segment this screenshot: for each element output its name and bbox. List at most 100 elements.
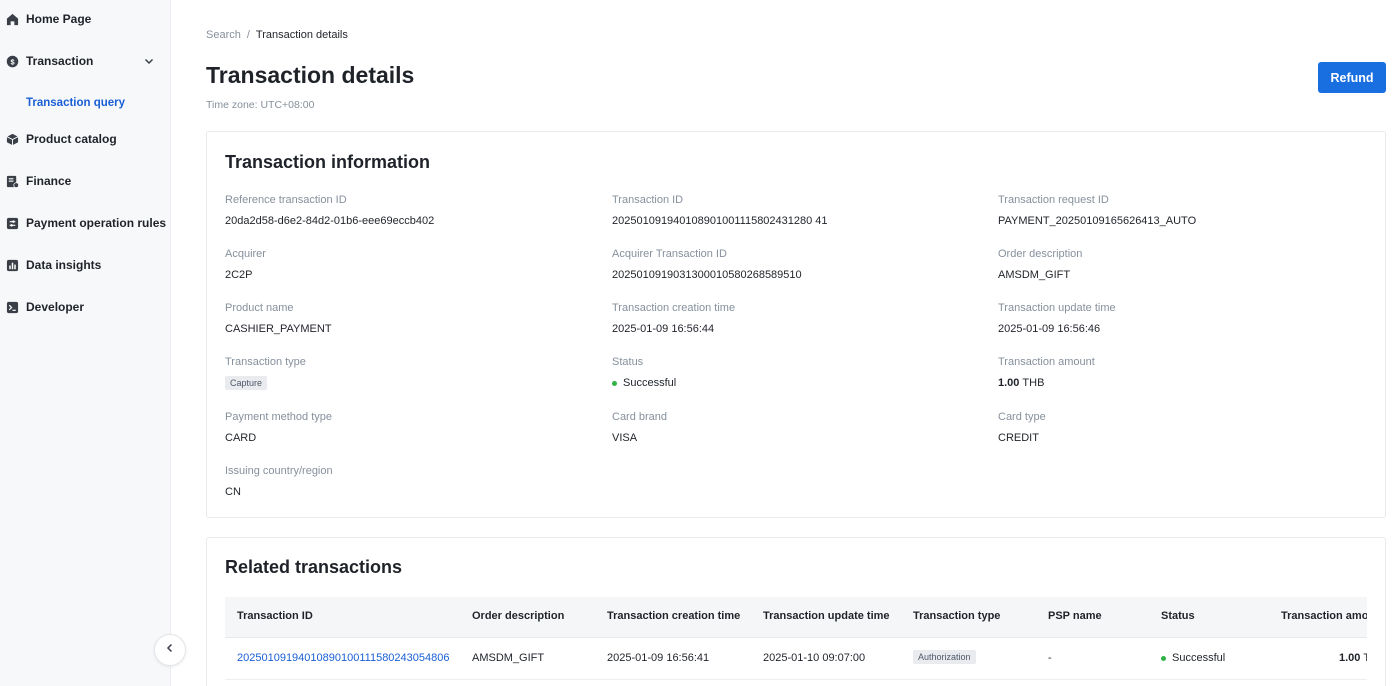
field-label: Status (612, 356, 644, 368)
timezone-label: Time zone: UTC+08:00 (206, 99, 315, 111)
field-value: PAYMENT_20250109165626413_AUTO (998, 215, 1197, 227)
field-status: Status Successful (612, 356, 972, 390)
field-label: Acquirer Transaction ID (612, 248, 727, 260)
amount-value: 1.00 (998, 377, 1020, 389)
sidebar-item-home-page[interactable]: Home Page (0, 4, 171, 34)
field-payment-method-type: Payment method type CARD (225, 411, 585, 445)
field-value: Capture (225, 376, 585, 390)
field-label: Issuing country/region (225, 465, 333, 477)
field-transaction-id: Transaction ID 2025010919401089010011158… (612, 194, 972, 228)
cell-order-description: AMSDM_GIFT (472, 652, 545, 664)
transaction-information-card: Transaction information Reference transa… (206, 131, 1386, 518)
field-transaction-creation-time: Transaction creation time 2025-01-09 16:… (612, 302, 972, 336)
home-icon (6, 13, 19, 26)
field-transaction-type: Transaction type Capture (225, 356, 585, 390)
cell-amount: 1.00 T (1339, 652, 1367, 664)
field-label: Transaction creation time (612, 302, 736, 314)
field-product-name: Product name CASHIER_PAYMENT (225, 302, 585, 336)
box-icon (6, 133, 19, 146)
sidebar-item-label: Transaction (26, 54, 94, 68)
chart-icon (6, 259, 19, 272)
sidebar-collapse-button[interactable] (154, 634, 186, 666)
field-value: VISA (612, 432, 638, 444)
sidebar: Home Page $ Transaction Transaction quer… (0, 0, 171, 686)
related-transactions-title: Related transactions (225, 557, 403, 577)
chevron-down-icon[interactable] (143, 55, 155, 67)
field-card-brand: Card brand VISA (612, 411, 972, 445)
field-value: CREDIT (998, 432, 1039, 444)
sidebar-item-label: Data insights (26, 258, 102, 272)
field-value: CN (225, 486, 241, 498)
sidebar-item-label: Finance (26, 174, 72, 188)
field-label: Transaction request ID (998, 194, 1109, 206)
column-header-transaction-type: Transaction type (913, 610, 1001, 622)
field-value: 2025-01-09 16:56:46 (998, 323, 1101, 335)
sidebar-item-developer[interactable]: Developer (0, 292, 171, 322)
sidebar-item-data-insights[interactable]: Data insights (0, 250, 171, 280)
field-transaction-amount: Transaction amount 1.00 THB (998, 356, 1358, 390)
field-value: AMSDM_GIFT (998, 269, 1071, 281)
amount-currency: T (1363, 652, 1367, 664)
transaction-information-title: Transaction information (225, 152, 431, 172)
column-header-transaction-amount: Transaction amo (1281, 610, 1367, 622)
table-row: 20250109194010890100111580243054806 AMSD… (225, 638, 1367, 680)
field-issuing-country-region: Issuing country/region CN (225, 465, 585, 499)
status-dot-icon (1161, 655, 1166, 661)
column-header-psp-name: PSP name (1048, 610, 1102, 622)
field-label: Transaction ID (612, 194, 684, 206)
refund-button[interactable]: Refund (1318, 62, 1386, 93)
cell-psp-name: - (1048, 652, 1052, 664)
breadcrumb: Search / Transaction details (206, 29, 348, 41)
sidebar-item-label: Home Page (26, 12, 92, 26)
sidebar-subitem-label: Transaction query (26, 97, 126, 109)
field-transaction-update-time: Transaction update time 2025-01-09 16:56… (998, 302, 1358, 336)
field-label: Acquirer (225, 248, 266, 260)
field-value: Successful (612, 376, 972, 390)
cell-transaction-type: Authorization (913, 650, 976, 664)
column-header-order-description: Order description (472, 610, 565, 622)
status-text: Successful (623, 377, 677, 389)
field-label: Transaction amount (998, 356, 1095, 368)
field-transaction-request-id: Transaction request ID PAYMENT_202501091… (998, 194, 1358, 228)
transaction-type-tag: Authorization (913, 650, 976, 664)
field-value: 1.00 THB (998, 376, 1358, 390)
sidebar-item-finance[interactable]: Finance (0, 166, 171, 196)
breadcrumb-search-link[interactable]: Search (206, 29, 241, 41)
field-label: Product name (225, 302, 294, 314)
sidebar-subitem-transaction-query[interactable]: Transaction query (0, 90, 171, 116)
rules-icon (6, 217, 19, 230)
chevron-left-icon (164, 641, 176, 659)
status-text: Successful (1172, 652, 1226, 664)
field-label: Card type (998, 411, 1046, 423)
field-label: Reference transaction ID (225, 194, 347, 206)
cell-update-time: 2025-01-10 09:07:00 (763, 652, 866, 664)
sidebar-item-payment-operation-rules[interactable]: Payment operation rules (0, 208, 171, 238)
field-value: CARD (225, 432, 257, 444)
transaction-type-tag: Capture (225, 376, 268, 390)
field-reference-transaction-id: Reference transaction ID 20da2d58-d6e2-8… (225, 194, 585, 228)
field-acquirer: Acquirer 2C2P (225, 248, 585, 282)
breadcrumb-separator: / (246, 29, 250, 41)
amount-value: 1.00 (1339, 652, 1361, 664)
cell-status: Successful (1161, 652, 1225, 664)
field-label: Transaction type (225, 356, 306, 368)
column-header-status: Status (1161, 610, 1195, 622)
field-value: CASHIER_PAYMENT (225, 323, 332, 335)
field-value: 2025-01-09 16:56:44 (612, 323, 715, 335)
terminal-icon (6, 301, 19, 314)
related-transaction-id-link[interactable]: 20250109194010890100111580243054806 (237, 652, 450, 664)
sidebar-item-transaction[interactable]: $ Transaction (0, 46, 171, 76)
field-label: Transaction update time (998, 302, 1116, 314)
sidebar-item-product-catalog[interactable]: Product catalog (0, 124, 171, 154)
field-label: Order description (998, 248, 1083, 260)
sidebar-item-label: Product catalog (26, 132, 117, 146)
page-title: Transaction details (206, 62, 415, 88)
amount-currency: THB (1022, 377, 1045, 389)
field-value: 2C2P (225, 269, 253, 281)
finance-icon (6, 175, 19, 188)
field-acquirer-transaction-id: Acquirer Transaction ID 2025010919031300… (612, 248, 972, 282)
column-header-transaction-id: Transaction ID (237, 610, 313, 622)
related-transactions-table: Transaction ID Order description Transac… (225, 597, 1367, 686)
column-header-creation-time: Transaction creation time (607, 610, 741, 622)
field-card-type: Card type CREDIT (998, 411, 1358, 445)
